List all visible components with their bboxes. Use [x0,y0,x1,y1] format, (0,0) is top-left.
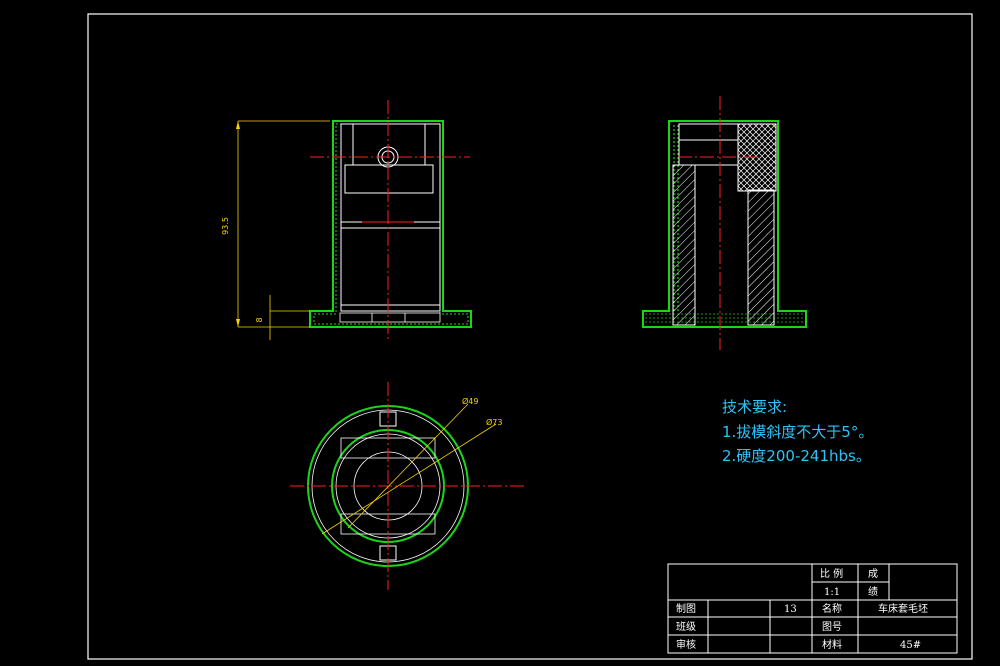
cad-drawing-canvas: 93.5 8 Ø49 Ø73 技术要求: 1.拔模斜度不大于5°。 2.硬度20… [87,13,973,660]
name-value: 车床套毛坯 [878,602,928,615]
outer-diameter-label: Ø73 [486,417,502,427]
requirements-title: 技术要求: [722,398,787,416]
drawing-no-label: 图号 [822,621,842,633]
front-view: 93.5 8 [221,100,472,340]
class-label: 班级 [676,621,696,633]
side-section-view [642,96,807,350]
drawn-by-label: 制图 [676,602,696,615]
base-dimension-label: 8 [255,317,264,322]
result-label-1: 成 [868,568,878,580]
scale-value: 1:1 [824,587,840,598]
name-label: 名称 [822,602,842,615]
height-dimension-label: 93.5 [221,217,230,235]
material-label: 材料 [822,638,842,651]
reviewed-label: 审核 [676,638,696,651]
requirement-item-2: 2.硬度200-241hbs。 [722,447,871,465]
scale-label: 比 例 [820,567,843,580]
top-view: Ø49 Ø73 [290,382,526,590]
inner-diameter-label: Ø49 [462,396,478,406]
requirement-item-1: 1.拔模斜度不大于5°。 [722,423,873,441]
material-value: 45# [900,640,921,651]
drawn-by-value: 13 [784,604,797,615]
result-label-2: 绩 [868,585,878,598]
drawing-border [87,13,973,660]
